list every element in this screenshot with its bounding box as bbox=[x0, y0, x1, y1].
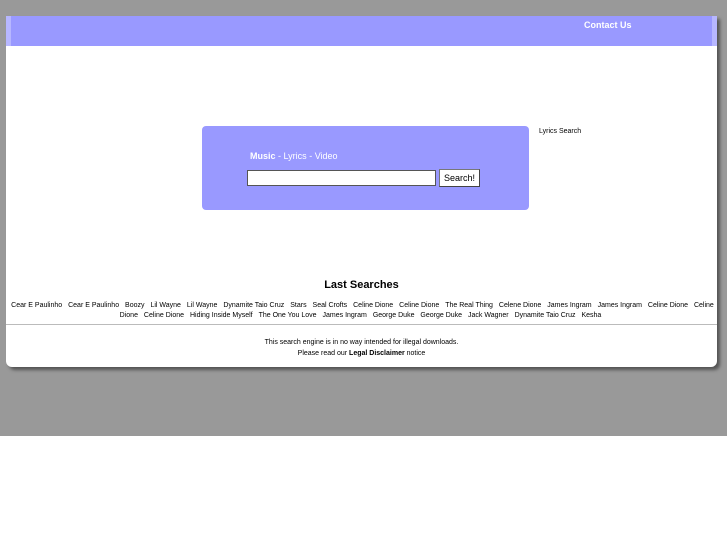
footer: This search engine is in no way intended… bbox=[6, 337, 717, 359]
search-input[interactable] bbox=[247, 170, 436, 186]
last-search-item[interactable]: James Ingram bbox=[547, 302, 591, 309]
last-search-item[interactable]: George Duke bbox=[373, 312, 415, 319]
last-search-item[interactable]: Cear E Paulinho bbox=[11, 302, 62, 309]
nav-music-link[interactable]: Music bbox=[250, 151, 276, 161]
divider bbox=[6, 324, 717, 325]
last-search-item[interactable]: James Ingram bbox=[323, 312, 367, 319]
last-searches-list: Cear E Paulinho Cear E Paulinho Boozy Li… bbox=[6, 301, 717, 321]
header-left-edge bbox=[6, 16, 11, 46]
last-search-item[interactable]: Jack Wagner bbox=[468, 312, 509, 319]
last-search-item[interactable]: James Ingram bbox=[598, 302, 642, 309]
last-search-item[interactable]: Celine Dione bbox=[144, 312, 184, 319]
contact-us-link[interactable]: Contact Us bbox=[584, 20, 632, 30]
last-search-item[interactable]: Stars bbox=[290, 302, 306, 309]
last-search-item[interactable]: Seal Crofts bbox=[313, 302, 348, 309]
footer-notice-suffix: notice bbox=[404, 350, 426, 357]
last-search-item[interactable]: Cear E Paulinho bbox=[68, 302, 119, 309]
header-right-edge bbox=[712, 16, 717, 46]
last-search-item[interactable]: The One You Love bbox=[259, 312, 317, 319]
lyrics-search-label: Lyrics Search bbox=[539, 128, 582, 135]
last-search-item[interactable]: Lil Wayne bbox=[187, 302, 217, 309]
last-search-item[interactable]: The Real Thing bbox=[445, 302, 493, 309]
last-searches-title: Last Searches bbox=[324, 279, 399, 291]
nav-separator: - bbox=[275, 151, 284, 161]
footer-notice-line: Please read our Legal Disclaimer notice bbox=[6, 348, 717, 359]
last-search-item[interactable]: Lil Wayne bbox=[150, 302, 180, 309]
footer-disclaimer-line: This search engine is in no way intended… bbox=[264, 339, 459, 346]
content-frame: Contact Us Music - Lyrics - Video Search… bbox=[6, 16, 717, 367]
legal-disclaimer-link[interactable]: Legal Disclaimer bbox=[349, 350, 405, 357]
last-search-item[interactable]: Dynamite Taio Cruz bbox=[515, 312, 576, 319]
nav-separator: - bbox=[306, 151, 315, 161]
last-search-item[interactable]: Celine Dione bbox=[648, 302, 688, 309]
last-search-item[interactable]: Celine Dione bbox=[353, 302, 393, 309]
nav-lyrics-link[interactable]: Lyrics bbox=[284, 151, 307, 161]
footer-notice-prefix: Please read our bbox=[297, 350, 350, 357]
last-search-item[interactable]: Dynamite Taio Cruz bbox=[223, 302, 284, 309]
last-search-item[interactable]: Celene Dione bbox=[499, 302, 541, 309]
search-type-nav: Music - Lyrics - Video bbox=[250, 151, 338, 161]
search-panel: Music - Lyrics - Video Search! bbox=[202, 126, 529, 210]
last-search-item[interactable]: Kesha bbox=[581, 312, 601, 319]
header-bar: Contact Us bbox=[6, 16, 717, 46]
last-search-item[interactable]: Celine Dione bbox=[399, 302, 439, 309]
nav-video-link[interactable]: Video bbox=[315, 151, 338, 161]
last-search-item[interactable]: Hiding Inside Myself bbox=[190, 312, 253, 319]
last-search-item[interactable]: George Duke bbox=[420, 312, 462, 319]
search-button[interactable]: Search! bbox=[439, 169, 481, 187]
last-search-item[interactable]: Boozy bbox=[125, 302, 144, 309]
